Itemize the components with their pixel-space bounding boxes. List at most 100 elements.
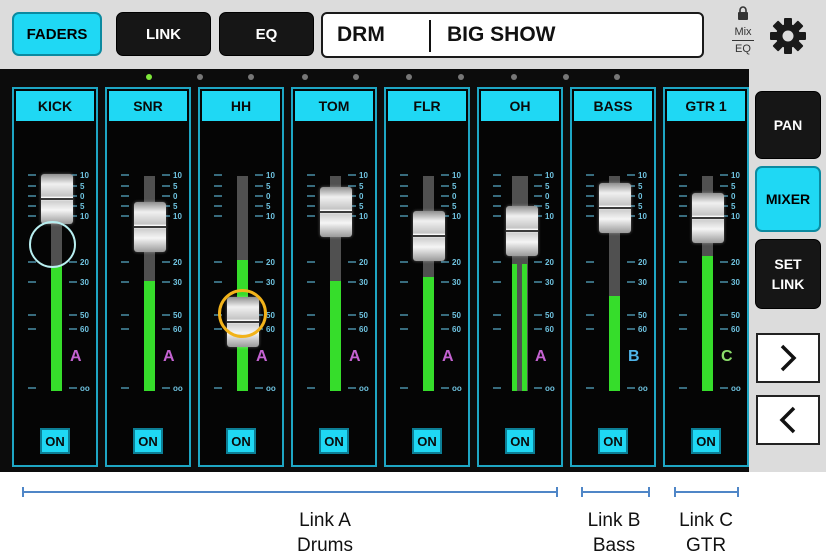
channel-on-button[interactable]: ON [505,428,535,454]
set-link-button[interactable]: SET LINK [755,239,821,309]
channel-strip: BASS 10 5 0 5 10 20 30 50 60 oo B ON [570,87,656,467]
scale-label: oo [80,384,90,393]
next-page-button[interactable] [756,333,820,383]
link-group-letter: A [535,348,547,365]
previous-page-button[interactable] [756,395,820,445]
link-group-letter: A [163,348,175,365]
link-b-caption: Link B Bass [574,508,654,558]
link-c-bracket [674,487,739,497]
scale-label: 10 [359,212,368,221]
link-c-title: Link C [679,510,733,531]
fader-knob[interactable] [692,193,724,243]
scale-label: 50 [638,311,647,320]
scale-label: 20 [452,258,461,267]
top-bar: FADERS LINK EQ DRM BIG SHOW Mix EQ [0,0,826,69]
scale-label: 10 [545,212,554,221]
fader-knob-line [41,198,73,200]
mix-eq-lock-toggle[interactable]: Mix EQ [727,6,759,64]
scale-label: 5 [359,202,364,211]
scale-label: 0 [545,192,550,201]
scale-label: 20 [731,258,740,267]
scale-label: 0 [359,192,364,201]
fader-knob[interactable] [413,211,445,261]
tab-link[interactable]: LINK [116,12,211,56]
scale-label: oo [266,384,276,393]
scale-label: 10 [173,212,182,221]
fader-knob[interactable] [134,202,166,252]
fader-knob-line [320,211,352,213]
fader-knob[interactable] [599,183,631,233]
scale-label: 10 [173,171,182,180]
scale-label: 60 [452,325,461,334]
scale-label: 0 [731,192,736,201]
channel-strip: TOM 10 5 0 5 10 20 30 50 60 oo A ON [291,87,377,467]
scale-label: 10 [638,171,647,180]
scale-label: 5 [638,182,643,191]
scale-label: 5 [173,182,178,191]
channel-strip: SNR 10 5 0 5 10 20 30 50 60 oo A ON [105,87,191,467]
scene-name-box[interactable]: DRM BIG SHOW [321,12,704,58]
right-side-panel: PAN MIXER SET LINK [749,69,826,472]
scale-label: 5 [731,202,736,211]
scale-label: 10 [80,171,89,180]
show-name: BIG SHOW [447,23,556,46]
level-meter [512,264,517,391]
scale-label: 20 [545,258,554,267]
scale-label: oo [731,384,741,393]
scale-label: 30 [638,278,647,287]
link-group-letter: C [721,348,733,365]
tab-eq[interactable]: EQ [219,12,314,56]
eq-label: EQ [735,43,751,55]
link-a-title: Link A [299,510,351,531]
scale-label: oo [173,384,183,393]
channel-on-button[interactable]: ON [226,428,256,454]
pan-button[interactable]: PAN [755,91,821,159]
link-b-bracket [581,487,650,497]
level-meter [51,266,62,391]
scale-label: oo [452,384,462,393]
fader-knob[interactable] [41,174,73,224]
tab-faders[interactable]: FADERS [12,12,102,56]
scale-label: 10 [359,171,368,180]
fader-knob-line [692,217,724,219]
scale-label: 5 [731,182,736,191]
channel-on-button[interactable]: ON [319,428,349,454]
page-dot [353,74,359,80]
fader-knob-line [413,235,445,237]
scale-label: 60 [638,325,647,334]
scale-label: 20 [359,258,368,267]
level-meter [144,281,155,391]
channel-on-button[interactable]: ON [691,428,721,454]
channel-on-button[interactable]: ON [133,428,163,454]
level-meter [522,264,527,391]
chevron-right-icon [780,344,797,372]
channel-strip: FLR 10 5 0 5 10 20 30 50 60 oo A ON [384,87,470,467]
mixer-button[interactable]: MIXER [755,166,821,232]
scale-label: 60 [359,325,368,334]
channel-on-button[interactable]: ON [412,428,442,454]
page-dot [563,74,569,80]
selected-fader-ring [218,289,267,338]
fader-knob[interactable] [506,206,538,256]
link-a-bracket [22,487,558,497]
link-group-letter: B [628,348,640,365]
scale-label: 5 [266,182,271,191]
scale-label: 20 [173,258,182,267]
lock-icon [738,6,748,20]
scale-label: 30 [452,278,461,287]
gear-icon[interactable] [770,18,806,54]
link-c-caption: Link C GTR [666,508,746,558]
level-meter [423,277,434,391]
channel-on-button[interactable]: ON [598,428,628,454]
page-dot [248,74,254,80]
touch-highlight-ring [29,221,76,268]
scale-label: 50 [173,311,182,320]
fader-knob[interactable] [320,187,352,237]
link-group-letter: A [256,348,268,365]
channel-on-button[interactable]: ON [40,428,70,454]
scale-label: 10 [266,212,275,221]
fader-knob-line [134,226,166,228]
fader-knob-line [599,207,631,209]
scale-label: 10 [545,171,554,180]
scale-label: 50 [452,311,461,320]
